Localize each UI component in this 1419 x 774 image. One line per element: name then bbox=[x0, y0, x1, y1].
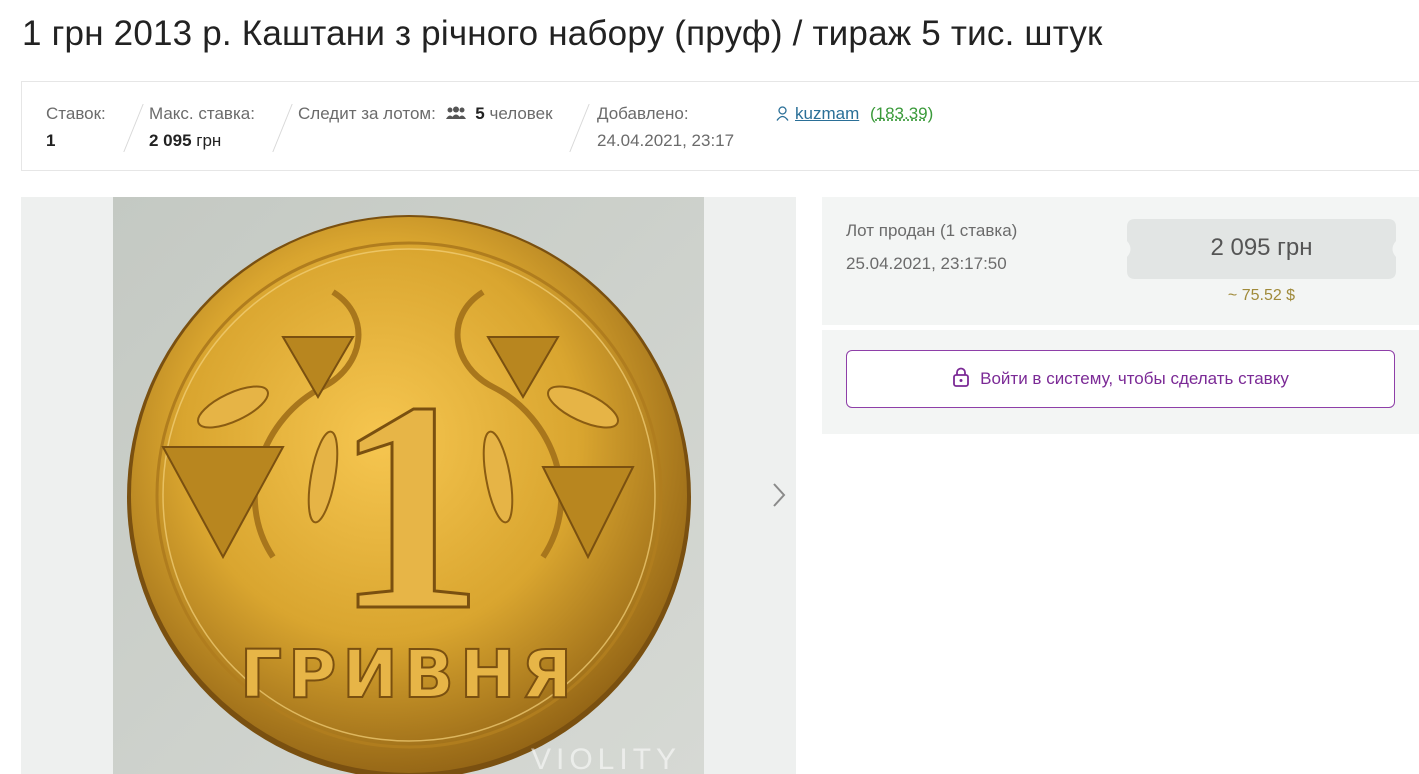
divider bbox=[569, 104, 590, 152]
max-bid-label: Макс. ставка: bbox=[149, 104, 255, 123]
sale-status: Лот продан (1 ставка) bbox=[846, 221, 1018, 240]
login-button-label: Войти в систему, чтобы сделать ставку bbox=[980, 369, 1289, 388]
image-gallery: 1 ГРИВНЯ VIOLITY bbox=[21, 197, 796, 774]
watchers-stat: Следит за лотом: 5 человек bbox=[298, 104, 553, 124]
sale-date: 25.04.2021, 23:17:50 bbox=[846, 254, 1007, 273]
seller-name-link[interactable]: kuzmam bbox=[795, 104, 859, 123]
lock-icon bbox=[953, 367, 970, 387]
sale-result-panel: Лот продан (1 ставка) 25.04.2021, 23:17:… bbox=[822, 197, 1419, 325]
login-to-bid-button[interactable]: Войти в систему, чтобы сделать ставку bbox=[846, 350, 1395, 408]
watermark-text: VIOLITY bbox=[531, 743, 681, 774]
user-icon bbox=[776, 106, 789, 121]
people-icon bbox=[445, 106, 466, 119]
max-bid-stat: Макс. ставка: 2 095 грн bbox=[149, 104, 255, 151]
seller-rating-link[interactable]: 183.39 bbox=[876, 104, 928, 123]
added-date: 24.04.2021, 23:17 bbox=[597, 131, 735, 150]
bids-count-stat: Ставок: 1 bbox=[46, 104, 106, 151]
added-stat: Добавлено: 24.04.2021, 23:17 bbox=[597, 104, 734, 151]
seller-info: kuzmam (183.39) bbox=[776, 104, 933, 124]
coin-denomination: 1 bbox=[334, 340, 484, 672]
lot-stats-bar: Ставок: 1 Макс. ставка: 2 095 грн Следит… bbox=[21, 81, 1419, 171]
divider bbox=[272, 104, 293, 152]
coin-photo[interactable]: 1 ГРИВНЯ VIOLITY bbox=[113, 197, 704, 774]
watchers-unit: человек bbox=[489, 104, 553, 123]
watchers-count: 5 bbox=[475, 104, 485, 123]
bids-value: 1 bbox=[46, 131, 56, 150]
lot-title: 1 грн 2013 р. Каштани з річного набору (… bbox=[22, 14, 1103, 53]
next-image-arrow-icon[interactable] bbox=[771, 482, 787, 513]
final-price-ticket: 2 095 грн bbox=[1127, 219, 1396, 279]
final-price-usd: ~ 75.52 $ bbox=[1227, 287, 1296, 304]
coin-text: ГРИВНЯ bbox=[240, 636, 578, 713]
divider bbox=[123, 104, 144, 152]
added-label: Добавлено: bbox=[597, 104, 689, 123]
max-bid-amount: 2 095 bbox=[149, 131, 192, 150]
final-price: 2 095 грн bbox=[1210, 234, 1313, 261]
bids-label: Ставок: bbox=[46, 104, 106, 123]
login-panel: Войти в систему, чтобы сделать ставку bbox=[822, 330, 1419, 434]
watchers-label: Следит за лотом: bbox=[298, 104, 436, 123]
coin-image: 1 ГРИВНЯ VIOLITY bbox=[113, 197, 704, 774]
max-bid-currency: грн bbox=[196, 131, 222, 150]
